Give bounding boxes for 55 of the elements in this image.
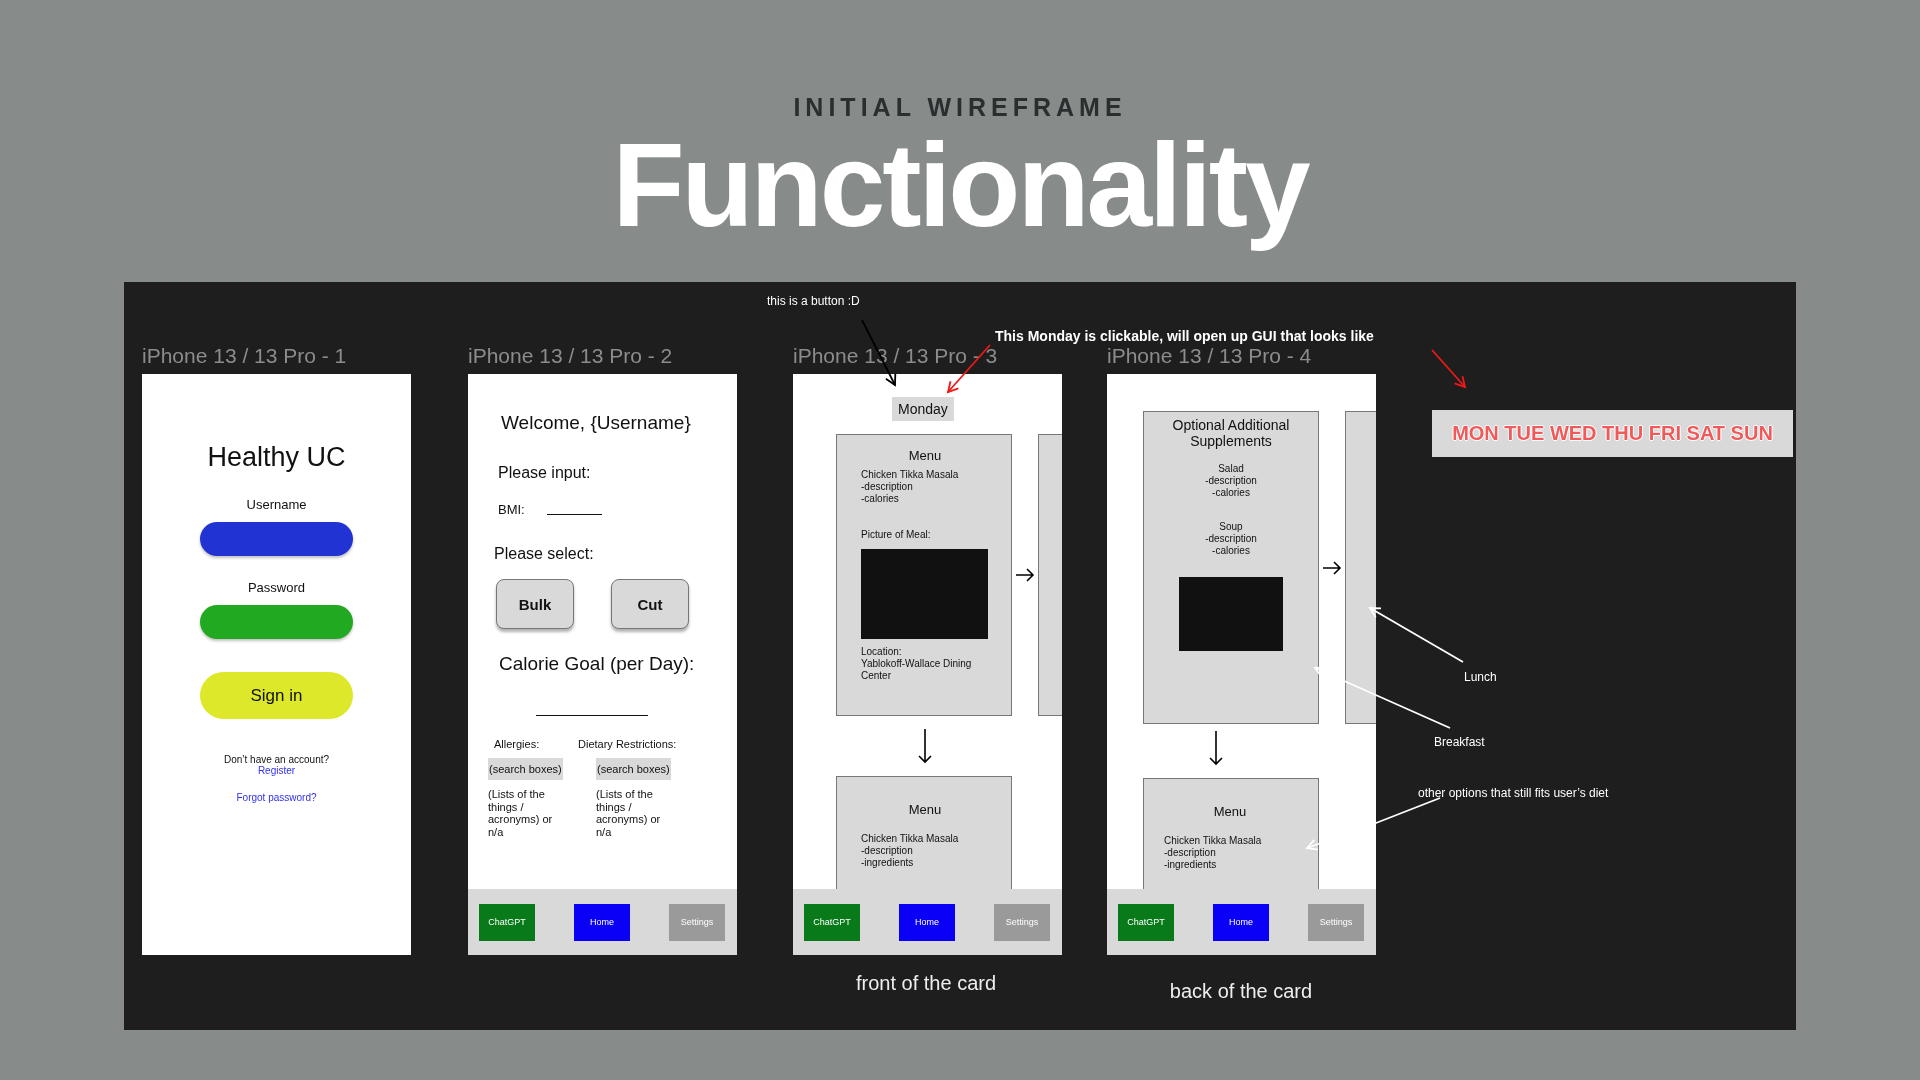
annotation-note: this is a button :D — [767, 294, 860, 308]
caption: front of the card — [854, 972, 998, 995]
location-text: Location: Yablokoff-Wallace Dining Center — [861, 646, 973, 682]
nav-button[interactable]: Home — [899, 903, 955, 941]
list-note: (Lists of the things / acronyms) or n/a — [596, 788, 662, 839]
meal-text: Chicken Tikka Masala -description -ingredients — [1164, 835, 1263, 871]
day-button[interactable]: Monday — [892, 397, 954, 421]
section-heading: Calorie Goal (per Day): — [499, 653, 696, 675]
option-button[interactable]: Cut — [611, 579, 689, 629]
card-title: Menu — [908, 802, 942, 817]
option-button[interactable]: Bulk — [496, 579, 574, 629]
input-field[interactable] — [200, 605, 353, 639]
nav-button[interactable]: ChatGPT — [479, 903, 535, 941]
nav-button[interactable]: ChatGPT — [804, 903, 860, 941]
frame-label: iPhone 13 / 13 Pro - 4 — [1107, 344, 1312, 368]
annotation-note: Breakfast — [1434, 735, 1485, 749]
account-prompt: Don’t have an account? — [223, 754, 330, 765]
sign-in-button[interactable]: Sign in — [200, 672, 353, 719]
supplement-text: Soup -description -calories — [1205, 521, 1257, 558]
card-title: Menu — [1213, 804, 1247, 819]
meal-text: Chicken Tikka Masala -description -ingredients — [861, 833, 960, 869]
annotation-note: other options that still fits user’s diet — [1418, 786, 1609, 800]
column-heading: Dietary Restrictions: — [578, 738, 678, 750]
down-arrow-icon — [1209, 730, 1223, 766]
bmi-label: BMI: — [498, 502, 525, 517]
frame-label: iPhone 13 / 13 Pro - 1 — [142, 344, 347, 368]
annotation-note: Lunch — [1464, 670, 1497, 684]
meal-text: Chicken Tikka Masala -description -calories — [861, 469, 960, 505]
field-label: Username — [246, 497, 307, 512]
forgot-password-link[interactable]: Forgot password? — [236, 792, 317, 803]
field-label: Password — [247, 580, 306, 595]
annotation-note: This Monday is clickable, will open up GUI that looks like — [995, 328, 1374, 344]
section-heading: Please input: — [498, 464, 592, 482]
section-heading: Please select: — [494, 545, 595, 563]
slide-eyebrow: INITIAL WIREFRAME — [793, 93, 1127, 122]
nav-button[interactable]: ChatGPT — [1118, 903, 1174, 941]
list-note: (Lists of the things / acronyms) or n/a — [488, 788, 554, 839]
search-field[interactable]: (search boxes) — [488, 758, 563, 780]
caption: back of the card — [1168, 980, 1314, 1003]
nav-button[interactable]: Home — [574, 903, 630, 941]
down-arrow-icon — [918, 728, 932, 764]
input-field[interactable] — [200, 522, 353, 556]
app-title: Healthy UC — [207, 442, 346, 473]
right-arrow-icon — [1322, 560, 1342, 575]
nav-button[interactable]: Home — [1213, 903, 1269, 941]
annotation-arrow — [1431, 349, 1467, 389]
right-arrow-icon — [1015, 568, 1035, 582]
picture-label: Picture of Meal: — [861, 529, 932, 541]
supplement-text: Salad -description -calories — [1205, 463, 1257, 500]
card-title: Menu — [908, 448, 942, 463]
register-link[interactable]: Register — [257, 765, 296, 776]
welcome-heading: Welcome, {Username} — [501, 412, 692, 434]
card-title: Optional Additional Supplements — [1171, 417, 1291, 450]
search-field[interactable]: (search boxes) — [596, 758, 671, 780]
frame-label: iPhone 13 / 13 Pro - 2 — [468, 344, 673, 368]
